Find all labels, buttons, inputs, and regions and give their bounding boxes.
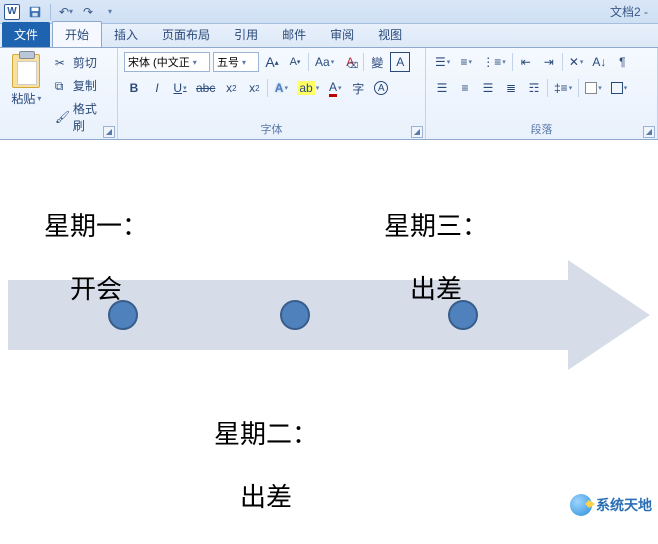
globe-icon [570, 494, 592, 516]
cut-button[interactable]: ✂ 剪切 [51, 52, 111, 73]
strikethrough-button[interactable]: abc [193, 78, 218, 98]
separator [512, 53, 513, 71]
font-color-button[interactable]: A▾ [325, 78, 345, 98]
change-case-button[interactable]: Aa▾ [312, 52, 337, 72]
justify-button[interactable]: ≣ [501, 78, 521, 98]
distributed-button[interactable]: ☶ [524, 78, 544, 98]
app-icon: W [4, 4, 20, 20]
timeline-label-3[interactable]: 星期三： 出差 [358, 180, 488, 336]
separator [267, 79, 268, 97]
group-clipboard: 粘贴▾ ✂ 剪切 ⧉ 复制 🖌 格式刷 剪贴板 ◢ [0, 48, 118, 139]
copy-button[interactable]: ⧉ 复制 [51, 75, 111, 96]
text-direction-button[interactable]: ✕▾ [566, 52, 587, 72]
undo-icon[interactable]: ↶▾ [57, 3, 75, 21]
document-canvas[interactable]: 星期一： 开会 星期三： 出差 星期二： 出差 系统天地 [0, 140, 658, 522]
text-effects-button[interactable]: A▾ [271, 78, 291, 98]
shading-button[interactable]: ▾ [582, 78, 605, 98]
align-center-button[interactable]: ≡ [455, 78, 475, 98]
subscript-button[interactable]: x2 [221, 78, 241, 98]
grow-font-button[interactable]: A▴ [262, 52, 282, 72]
tab-view[interactable]: 视图 [366, 22, 414, 47]
tab-layout[interactable]: 页面布局 [150, 22, 222, 47]
timeline-label-1[interactable]: 星期一： 开会 [18, 180, 148, 336]
highlight-button[interactable]: ab▾ [294, 78, 322, 98]
ribbon: 粘贴▾ ✂ 剪切 ⧉ 复制 🖌 格式刷 剪贴板 ◢ [0, 48, 658, 140]
format-painter-label: 格式刷 [73, 100, 107, 134]
document-title: 文档2 - [610, 3, 654, 20]
separator [363, 53, 364, 71]
timeline-label-2-body: 出差 [240, 483, 292, 512]
separator [562, 53, 563, 71]
copy-icon: ⧉ [55, 79, 69, 93]
tab-home[interactable]: 开始 [52, 21, 102, 47]
tab-insert[interactable]: 插入 [102, 22, 150, 47]
tab-references[interactable]: 引用 [222, 22, 270, 47]
borders-button[interactable]: ▾ [608, 78, 631, 98]
group-paragraph-label: 段落 [432, 119, 651, 137]
tab-review[interactable]: 审阅 [318, 22, 366, 47]
phonetic-guide-button[interactable]: 變 [367, 52, 387, 72]
timeline-label-1-title: 星期一： [44, 212, 148, 241]
line-spacing-button[interactable]: ‡≡▾ [551, 78, 575, 98]
tab-file[interactable]: 文件 [2, 22, 50, 47]
brush-icon: 🖌 [55, 110, 69, 124]
qat-separator [50, 4, 51, 20]
qat-customize-icon[interactable]: ▾ [101, 3, 119, 21]
increase-indent-button[interactable]: ⇥ [539, 52, 559, 72]
group-paragraph: ☰▾ ≡▾ ⋮≡▾ ⇤ ⇥ ✕▾ A↓ ¶ ☰ ≡ ☰ ≣ ☶ [426, 48, 658, 139]
clipboard-launcher[interactable]: ◢ [103, 126, 115, 138]
separator [308, 53, 309, 71]
timeline-label-2[interactable]: 星期二： 出差 [188, 388, 318, 544]
scissors-icon: ✂ [55, 56, 69, 70]
group-font-label: 字体 [124, 119, 419, 137]
align-right-button[interactable]: ☰ [478, 78, 498, 98]
show-marks-button[interactable]: ¶ [612, 52, 632, 72]
shrink-font-button[interactable]: A▾ [285, 52, 305, 72]
clear-formatting-button[interactable]: A⌫ [340, 52, 360, 72]
character-border-button[interactable]: A [390, 52, 410, 72]
font-size-combo[interactable]: 五号▾ [213, 52, 259, 72]
enclose-char-button[interactable]: A [371, 78, 391, 98]
timeline-dot-2[interactable] [280, 300, 310, 330]
font-launcher[interactable]: ◢ [411, 126, 423, 138]
paste-button[interactable]: 粘贴▾ [6, 52, 47, 136]
tab-mailings[interactable]: 邮件 [270, 22, 318, 47]
watermark: 系统天地 [570, 494, 652, 516]
decrease-indent-button[interactable]: ⇤ [516, 52, 536, 72]
separator [578, 79, 579, 97]
timeline-label-3-body: 出差 [410, 275, 462, 304]
copy-label: 复制 [73, 77, 97, 94]
sort-button[interactable]: A↓ [589, 52, 609, 72]
numbering-button[interactable]: ≡▾ [456, 52, 476, 72]
font-family-combo[interactable]: 宋体 (中文正▾ [124, 52, 210, 72]
align-left-button[interactable]: ☰ [432, 78, 452, 98]
paste-label: 粘贴 [11, 90, 35, 107]
timeline-label-3-title: 星期三： [384, 212, 488, 241]
quick-access-toolbar: ↶▾ ↷ ▾ [26, 3, 119, 21]
separator [547, 79, 548, 97]
group-font: 宋体 (中文正▾ 五号▾ A▴ A▾ Aa▾ A⌫ 變 A B I U▾ abc [118, 48, 426, 139]
paste-icon [12, 54, 40, 88]
char-shading-button[interactable]: 字 [348, 78, 368, 98]
redo-icon[interactable]: ↷ [79, 3, 97, 21]
timeline-label-2-title: 星期二： [214, 420, 318, 449]
underline-button[interactable]: U▾ [170, 78, 190, 98]
format-painter-button[interactable]: 🖌 格式刷 [51, 98, 111, 136]
italic-button[interactable]: I [147, 78, 167, 98]
cut-label: 剪切 [73, 54, 97, 71]
bold-button[interactable]: B [124, 78, 144, 98]
ribbon-tabs: 文件 开始 插入 页面布局 引用 邮件 审阅 视图 [0, 24, 658, 48]
multilevel-list-button[interactable]: ⋮≡▾ [479, 52, 509, 72]
bullets-button[interactable]: ☰▾ [432, 52, 453, 72]
paragraph-launcher[interactable]: ◢ [643, 126, 655, 138]
timeline-label-1-body: 开会 [70, 275, 122, 304]
watermark-text: 系统天地 [596, 495, 652, 515]
save-icon[interactable] [26, 3, 44, 21]
superscript-button[interactable]: x2 [244, 78, 264, 98]
